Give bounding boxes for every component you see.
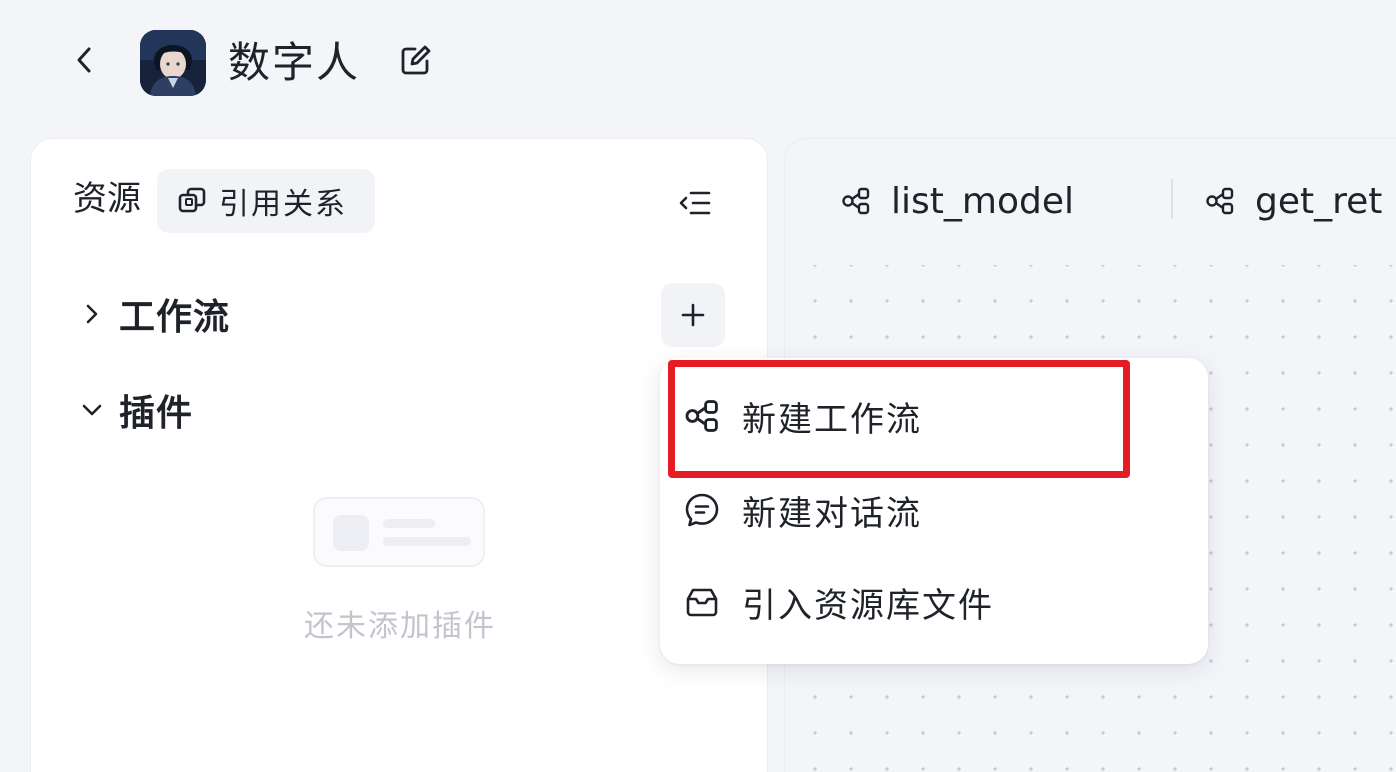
app-root: 数字人 资源 引用关系 工作流 插件 还未添加插件 list_model get… [0, 0, 1396, 772]
menu-item-new-chatflow-label: 新建对话流 [742, 493, 922, 534]
add-resource-button[interactable] [661, 283, 725, 347]
empty-state-text: 还未添加插件 [304, 609, 496, 644]
tab-list-model[interactable]: list_model [841, 179, 1074, 223]
tab-divider [1171, 179, 1173, 219]
tab-get-ret-label: get_ret [1255, 180, 1383, 222]
section-plugins-label: 插件 [119, 393, 194, 434]
resource-title: 资源 [73, 179, 141, 219]
tab-get-ret[interactable]: get_ret [1205, 179, 1382, 223]
section-workflow[interactable]: 工作流 [77, 289, 230, 339]
tab-bar: list_model get_ret [785, 139, 1396, 265]
section-workflow-label: 工作流 [119, 297, 231, 338]
reference-relations-button[interactable]: 引用关系 [157, 169, 375, 233]
menu-item-new-workflow[interactable]: 新建工作流 [660, 370, 1208, 462]
collapse-panel-button[interactable] [675, 185, 715, 221]
chat-bubble-icon [685, 493, 719, 527]
plus-icon [681, 303, 705, 327]
reference-relations-label: 引用关系 [219, 187, 347, 222]
add-resource-menu: 新建工作流 新建对话流 引入资源库文件 [660, 358, 1208, 664]
header: 数字人 [0, 0, 1396, 130]
back-button[interactable] [66, 42, 102, 78]
chevron-left-icon [77, 47, 91, 73]
edit-button[interactable] [396, 42, 434, 80]
collapse-list-icon [679, 191, 711, 215]
section-plugins[interactable]: 插件 [77, 385, 193, 435]
chevron-down-icon [82, 404, 102, 416]
empty-state-illustration [313, 497, 485, 567]
avatar [140, 30, 206, 96]
edit-icon [401, 45, 431, 75]
menu-item-import-library[interactable]: 引入资源库文件 [660, 556, 1208, 648]
workflow-icon [842, 187, 870, 215]
link-copy-icon [178, 187, 206, 213]
menu-item-import-library-label: 引入资源库文件 [742, 585, 994, 626]
chevron-right-icon [86, 304, 98, 324]
app-title: 数字人 [228, 38, 361, 87]
menu-item-new-workflow-label: 新建工作流 [742, 399, 922, 440]
workflow-icon [685, 400, 718, 432]
resource-panel: 资源 引用关系 工作流 插件 还未添加插件 [30, 138, 768, 772]
tab-list-model-label: list_model [891, 180, 1074, 222]
menu-item-new-chatflow[interactable]: 新建对话流 [660, 464, 1208, 556]
inbox-icon [686, 588, 718, 617]
workflow-icon [1206, 187, 1234, 215]
